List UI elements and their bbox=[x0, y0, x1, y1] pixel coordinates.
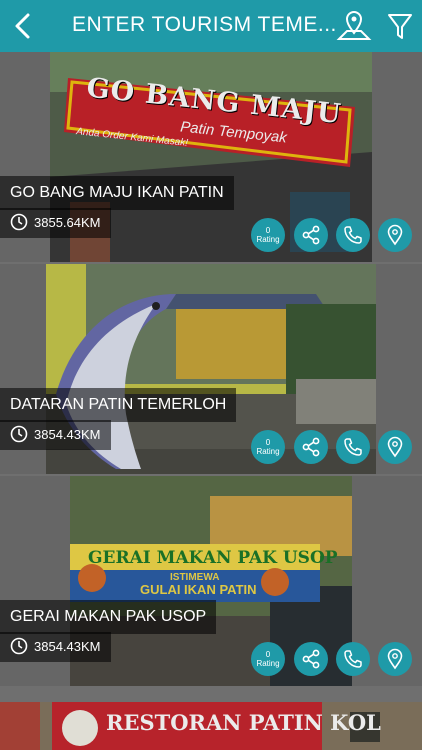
distance-value: 3855.64KM bbox=[34, 215, 101, 230]
top-app-bar: ENTER TOURISM TEME... bbox=[0, 0, 422, 52]
share-button[interactable] bbox=[294, 642, 328, 676]
distance-value: 3854.43KM bbox=[34, 427, 101, 442]
rating-label: Rating bbox=[256, 659, 280, 668]
listing-card[interactable]: DATARAN PATIN TEMERLOH 3854.43KM 0 Ratin… bbox=[0, 264, 422, 474]
call-button[interactable] bbox=[336, 430, 370, 464]
clock-icon bbox=[10, 213, 28, 231]
chevron-left-icon bbox=[15, 13, 30, 39]
map-pin-icon bbox=[387, 648, 403, 670]
listing-name: DATARAN PATIN TEMERLOH bbox=[0, 388, 237, 422]
filter-button[interactable] bbox=[386, 10, 414, 42]
filter-icon bbox=[388, 14, 412, 39]
distance-value: 3854.43KM bbox=[34, 639, 101, 654]
rating-label: Rating bbox=[256, 447, 280, 456]
listing-distance: 3854.43KM bbox=[0, 632, 111, 662]
rating-value: 0 bbox=[265, 226, 271, 235]
listing-card[interactable]: GO BANG MAJU Patin Tempoyak Anda Order K… bbox=[0, 52, 422, 262]
location-button[interactable] bbox=[378, 430, 412, 464]
rating-value: 0 bbox=[265, 650, 271, 659]
rating-button[interactable]: 0 Rating bbox=[251, 642, 285, 676]
share-button[interactable] bbox=[294, 430, 328, 464]
clock-icon bbox=[10, 425, 28, 443]
rating-button[interactable]: 0 Rating bbox=[251, 430, 285, 464]
rating-button[interactable]: 0 Rating bbox=[251, 218, 285, 252]
share-button[interactable] bbox=[294, 218, 328, 252]
listing-distance: 3855.64KM bbox=[0, 208, 111, 238]
phone-icon bbox=[344, 438, 362, 456]
call-button[interactable] bbox=[336, 642, 370, 676]
map-pin-icon bbox=[387, 224, 403, 246]
share-icon bbox=[302, 649, 320, 669]
rating-value: 0 bbox=[265, 438, 271, 447]
photo-dim bbox=[0, 702, 422, 750]
phone-icon bbox=[344, 650, 362, 668]
clock-icon bbox=[10, 637, 28, 655]
map-view-button[interactable] bbox=[336, 9, 372, 43]
call-button[interactable] bbox=[336, 218, 370, 252]
back-button[interactable] bbox=[10, 10, 38, 42]
listing-distance: 3854.43KM bbox=[0, 420, 111, 450]
page-title: ENTER TOURISM TEME... bbox=[72, 13, 337, 36]
map-pin-icon bbox=[336, 11, 372, 40]
location-button[interactable] bbox=[378, 642, 412, 676]
listing-card[interactable]: RESTORAN PATIN KOL bbox=[0, 702, 422, 750]
share-icon bbox=[302, 437, 320, 457]
share-icon bbox=[302, 225, 320, 245]
listing-name: GERAI MAKAN PAK USOP bbox=[0, 600, 217, 634]
location-button[interactable] bbox=[378, 218, 412, 252]
listing-name: GO BANG MAJU IKAN PATIN bbox=[0, 176, 234, 210]
rating-label: Rating bbox=[256, 235, 280, 244]
listing-card[interactable]: GERAI MAKAN PAK USOP ISTIMEWA GULAI IKAN… bbox=[0, 476, 422, 686]
map-pin-icon bbox=[387, 436, 403, 458]
phone-icon bbox=[344, 226, 362, 244]
